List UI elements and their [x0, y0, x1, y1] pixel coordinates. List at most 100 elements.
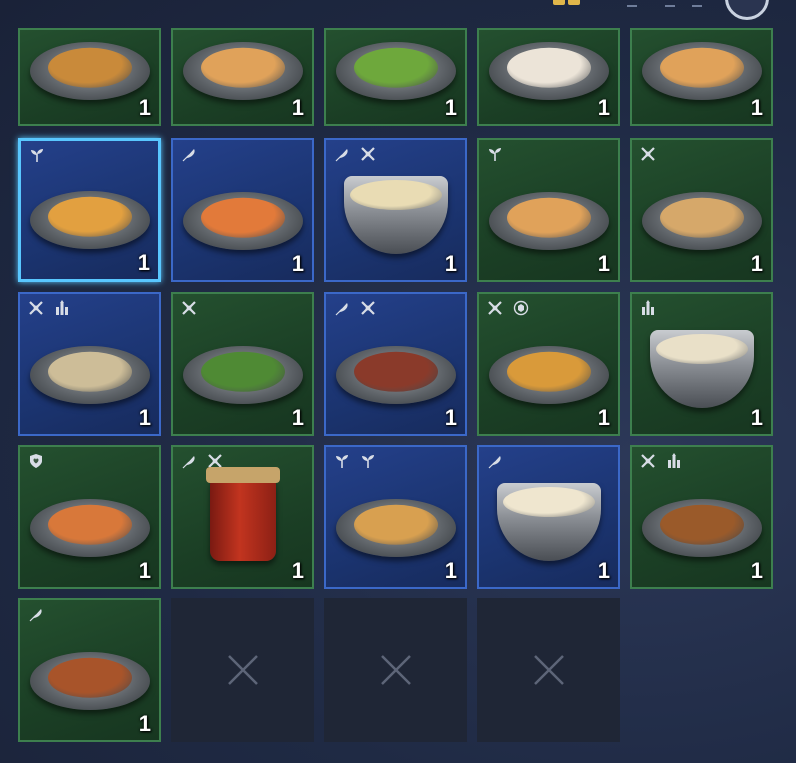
food-item-slot[interactable]: 1 — [171, 28, 314, 126]
food-item-slot[interactable]: 1 — [324, 138, 467, 282]
heart-shield-icon — [28, 453, 44, 469]
feather-icon — [181, 146, 197, 162]
shrimp-platter-icon — [182, 192, 303, 250]
empty-slot — [171, 598, 314, 742]
item-count: 1 — [750, 251, 763, 276]
empty-slot — [477, 598, 620, 742]
empty-x-icon — [533, 655, 564, 685]
buff-icons — [334, 300, 376, 316]
item-count: 1 — [291, 405, 304, 430]
crossed-swords-icon — [28, 300, 44, 316]
food-item-slot[interactable]: 1 — [18, 445, 161, 589]
item-count: 1 — [138, 711, 151, 736]
food-item-slot[interactable]: 1 — [324, 292, 467, 436]
empty-slot — [324, 598, 467, 742]
item-count: 1 — [291, 95, 304, 120]
buff-icons — [29, 147, 45, 163]
dumpling-soup-icon — [649, 330, 754, 408]
item-count: 1 — [444, 558, 457, 583]
item-count: 1 — [750, 558, 763, 583]
sprout-icon — [29, 147, 45, 163]
temple-icon — [666, 453, 682, 469]
feather-icon — [334, 300, 350, 316]
buff-icons — [487, 146, 503, 162]
steamed-buns-icon — [488, 42, 609, 100]
food-item-slot[interactable]: 1 — [171, 445, 314, 589]
food-item-slot[interactable]: 1 — [18, 292, 161, 436]
item-count: 1 — [138, 95, 151, 120]
rice-dumplings-icon — [29, 346, 150, 404]
food-item-slot[interactable]: 1 — [324, 445, 467, 589]
food-item-slot[interactable]: 1 — [18, 138, 161, 282]
food-item-slot[interactable]: 1 — [630, 445, 773, 589]
mushroom-shrimp-stir-fry-icon — [29, 499, 150, 557]
buff-icons — [640, 453, 682, 469]
buff-icons — [640, 146, 656, 162]
item-count: 1 — [291, 251, 304, 276]
food-item-slot[interactable]: 1 — [18, 598, 161, 742]
wonton-noodle-soup-icon — [496, 483, 601, 561]
item-count: 1 — [597, 405, 610, 430]
pizza-icon — [488, 192, 609, 250]
food-item-slot[interactable]: 1 — [477, 138, 620, 282]
buff-icons — [334, 453, 376, 469]
item-count: 1 — [137, 250, 150, 275]
vegetable-soup-icon — [343, 176, 448, 254]
food-item-slot[interactable]: 1 — [477, 292, 620, 436]
food-item-slot[interactable]: 1 — [477, 28, 620, 126]
temple-icon — [54, 300, 70, 316]
crossed-swords-icon — [360, 300, 376, 316]
currency-icon — [568, 0, 580, 5]
savory-pie-icon — [335, 499, 456, 557]
braised-fish-icon — [641, 499, 762, 557]
item-count: 1 — [597, 95, 610, 120]
crossed-swords-icon — [360, 146, 376, 162]
food-item-slot[interactable]: 1 — [630, 28, 773, 126]
item-count: 1 — [444, 95, 457, 120]
arrow-icon — [627, 0, 637, 7]
arrow-icon — [665, 0, 675, 7]
buff-icons — [487, 300, 529, 316]
item-count: 1 — [750, 405, 763, 430]
food-item-slot[interactable]: 1 — [18, 28, 161, 126]
pizza-icon — [641, 42, 762, 100]
empty-x-icon — [227, 655, 258, 685]
food-item-slot[interactable]: 1 — [171, 292, 314, 436]
item-count: 1 — [444, 251, 457, 276]
meat-pie-icon — [488, 346, 609, 404]
sprout-icon — [334, 453, 350, 469]
buff-icons — [28, 606, 44, 622]
food-item-slot[interactable]: 1 — [477, 445, 620, 589]
buff-icons — [181, 146, 197, 162]
profile-badge[interactable] — [725, 0, 769, 20]
buff-icons — [28, 453, 44, 469]
shield-emblem-icon — [513, 300, 529, 316]
sprout-icon — [360, 453, 376, 469]
sprout-icon — [487, 146, 503, 162]
crossed-swords-icon — [640, 146, 656, 162]
braised-mushrooms-icon — [335, 346, 456, 404]
food-item-slot[interactable]: 1 — [171, 138, 314, 282]
feather-icon — [334, 146, 350, 162]
currency-icon — [553, 0, 565, 5]
feather-icon — [487, 453, 503, 469]
item-count: 1 — [597, 558, 610, 583]
temple-icon — [640, 300, 656, 316]
buff-icons — [640, 300, 656, 316]
food-item-slot[interactable]: 1 — [630, 292, 773, 436]
top-bar — [0, 0, 796, 28]
crossed-swords-icon — [487, 300, 503, 316]
item-count: 1 — [444, 405, 457, 430]
item-count: 1 — [138, 405, 151, 430]
food-item-slot[interactable]: 1 — [630, 138, 773, 282]
item-count: 1 — [597, 251, 610, 276]
buff-icons — [181, 300, 197, 316]
feather-icon — [181, 453, 197, 469]
chili-sauce-jar-icon — [205, 467, 280, 561]
pizza-icon — [182, 42, 303, 100]
club-sandwich-icon — [641, 192, 762, 250]
food-item-slot[interactable]: 1 — [324, 28, 467, 126]
fried-snack-platter-icon — [29, 42, 150, 100]
item-count: 1 — [138, 558, 151, 583]
shrimp-salad-icon — [182, 346, 303, 404]
